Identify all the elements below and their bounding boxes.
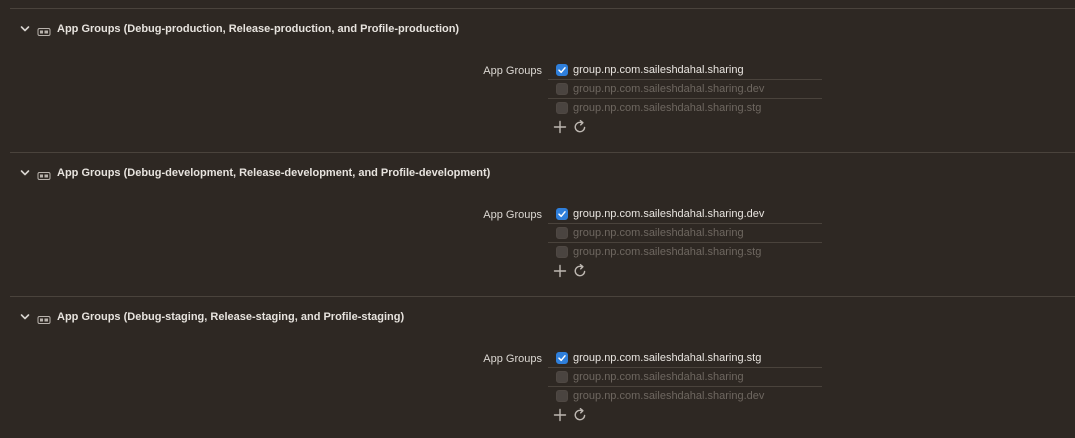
group-name: group.np.com.saileshdahal.sharing.dev <box>573 83 765 95</box>
list-actions <box>552 263 592 279</box>
capability-icon <box>37 24 51 36</box>
checkmark-icon <box>558 355 566 362</box>
app-groups-section-production: App Groups (Debug-production, Release-pr… <box>10 8 1075 153</box>
list-actions <box>552 119 592 135</box>
list-item[interactable]: group.np.com.saileshdahal.sharing.stg <box>548 243 822 261</box>
capabilities-pane: App Groups (Debug-production, Release-pr… <box>0 0 1075 438</box>
refresh-icon <box>574 407 586 421</box>
refresh-button[interactable] <box>572 263 588 279</box>
group-name: group.np.com.saileshdahal.sharing <box>573 64 744 76</box>
app-groups-label: App Groups <box>483 353 542 365</box>
section-header[interactable]: App Groups (Debug-production, Release-pr… <box>18 21 459 37</box>
group-name: group.np.com.saileshdahal.sharing.dev <box>573 208 765 220</box>
group-checkbox[interactable] <box>556 371 568 383</box>
section-header[interactable]: App Groups (Debug-staging, Release-stagi… <box>18 309 404 325</box>
list-item[interactable]: group.np.com.saileshdahal.sharing <box>548 368 822 387</box>
app-groups-list: group.np.com.saileshdahal.sharing group.… <box>548 61 822 117</box>
list-item[interactable]: group.np.com.saileshdahal.sharing.stg <box>548 99 822 117</box>
group-checkbox[interactable] <box>556 102 568 114</box>
add-group-button[interactable] <box>552 119 568 135</box>
list-item[interactable]: group.np.com.saileshdahal.sharing.stg <box>548 349 822 368</box>
section-header[interactable]: App Groups (Debug-development, Release-d… <box>18 165 490 181</box>
capability-icon <box>37 312 51 324</box>
list-item[interactable]: group.np.com.saileshdahal.sharing <box>548 61 822 80</box>
section-title: App Groups (Debug-production, Release-pr… <box>57 23 460 35</box>
group-name: group.np.com.saileshdahal.sharing.stg <box>573 102 762 114</box>
group-checkbox[interactable] <box>556 83 568 95</box>
add-group-button[interactable] <box>552 263 568 279</box>
app-groups-list: group.np.com.saileshdahal.sharing.dev gr… <box>548 205 822 261</box>
refresh-icon <box>574 119 586 133</box>
plus-icon <box>553 408 567 422</box>
app-groups-label: App Groups <box>483 209 542 221</box>
group-checkbox[interactable] <box>556 64 568 76</box>
refresh-icon <box>574 263 586 277</box>
list-item[interactable]: group.np.com.saileshdahal.sharing.dev <box>548 387 822 405</box>
group-name: group.np.com.saileshdahal.sharing.dev <box>573 390 765 402</box>
section-title: App Groups (Debug-development, Release-d… <box>57 167 491 179</box>
refresh-button[interactable] <box>572 119 588 135</box>
group-checkbox[interactable] <box>556 390 568 402</box>
group-name: group.np.com.saileshdahal.sharing.stg <box>573 246 762 258</box>
app-groups-label: App Groups <box>483 65 542 77</box>
group-checkbox[interactable] <box>556 352 568 364</box>
group-checkbox[interactable] <box>556 227 568 239</box>
list-item[interactable]: group.np.com.saileshdahal.sharing <box>548 224 822 243</box>
plus-icon <box>553 264 567 278</box>
list-actions <box>552 407 592 423</box>
capability-icon <box>37 168 51 180</box>
refresh-button[interactable] <box>572 407 588 423</box>
checkmark-icon <box>558 67 566 74</box>
add-group-button[interactable] <box>552 407 568 423</box>
app-groups-section-development: App Groups (Debug-development, Release-d… <box>10 152 1075 297</box>
section-title: App Groups (Debug-staging, Release-stagi… <box>57 311 405 323</box>
chevron-down-icon[interactable] <box>18 22 32 36</box>
group-checkbox[interactable] <box>556 246 568 258</box>
group-name: group.np.com.saileshdahal.sharing <box>573 227 744 239</box>
list-item[interactable]: group.np.com.saileshdahal.sharing.dev <box>548 205 822 224</box>
group-name: group.np.com.saileshdahal.sharing.stg <box>573 352 762 364</box>
group-checkbox[interactable] <box>556 208 568 220</box>
checkmark-icon <box>558 211 566 218</box>
app-groups-section-staging: App Groups (Debug-staging, Release-stagi… <box>10 296 1075 438</box>
group-name: group.np.com.saileshdahal.sharing <box>573 371 744 383</box>
plus-icon <box>553 120 567 134</box>
chevron-down-icon[interactable] <box>18 166 32 180</box>
chevron-down-icon[interactable] <box>18 310 32 324</box>
app-groups-list: group.np.com.saileshdahal.sharing.stg gr… <box>548 349 822 405</box>
list-item[interactable]: group.np.com.saileshdahal.sharing.dev <box>548 80 822 99</box>
